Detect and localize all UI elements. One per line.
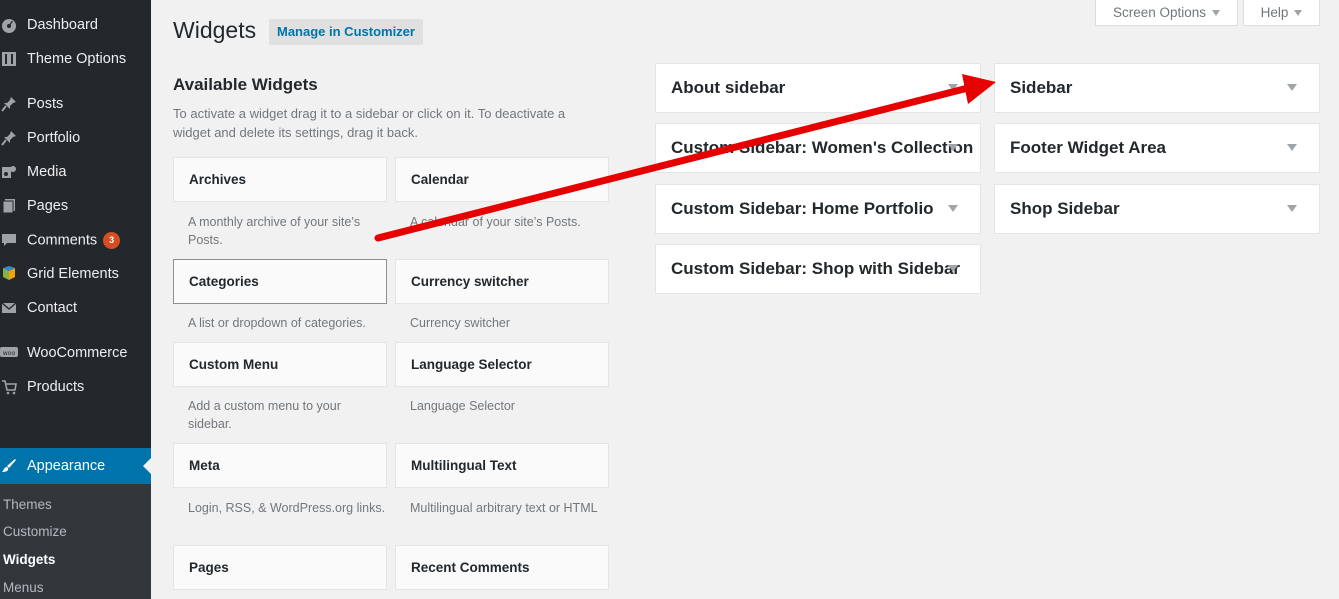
- available-widgets-description: To activate a widget drag it to a sideba…: [173, 106, 566, 140]
- menu-label: Pages: [27, 198, 69, 214]
- widget-description: Multilingual arbitrary text or HTML: [410, 501, 598, 515]
- pin-icon: [0, 129, 18, 147]
- paintbrush-icon: [0, 457, 18, 475]
- comment-count-badge: 3: [103, 231, 121, 249]
- widget-description: A calendar of your site’s Posts.: [410, 215, 581, 229]
- widget-multilingual-text[interactable]: Multilingual Text: [395, 443, 609, 488]
- chevron-down-icon[interactable]: [1287, 205, 1297, 212]
- theme-options-icon: [0, 50, 18, 68]
- mail-icon: [0, 299, 18, 317]
- woocommerce-icon: woo: [0, 344, 18, 362]
- chevron-down-icon[interactable]: [948, 84, 958, 91]
- chevron-down-icon: [1212, 9, 1221, 16]
- submenu-item-menus[interactable]: Menus: [3, 580, 44, 595]
- chevron-down-icon: [1294, 9, 1303, 16]
- widget-description: Language Selector: [410, 399, 515, 413]
- widget-custom-menu[interactable]: Custom Menu: [173, 342, 387, 387]
- chevron-down-icon[interactable]: [1287, 144, 1297, 151]
- menu-label: Products: [27, 379, 85, 395]
- media-icon: [0, 163, 18, 181]
- widget-currency-switcher[interactable]: Currency switcher: [395, 259, 609, 304]
- chevron-down-icon[interactable]: [1287, 84, 1297, 91]
- menu-item-media[interactable]: Media: [0, 155, 151, 189]
- widget-description: A monthly archive of your site’s Posts.: [188, 215, 361, 247]
- submenu-item-customize[interactable]: Customize: [3, 524, 67, 539]
- submenu-item-themes[interactable]: Themes: [3, 497, 52, 512]
- manage-in-customizer-button[interactable]: Manage in Customizer: [269, 19, 423, 45]
- menu-item-grid-elements[interactable]: Grid Elements: [0, 257, 151, 291]
- sidebar-area-footer-widget-area[interactable]: Footer Widget Area: [994, 123, 1320, 173]
- chevron-down-icon[interactable]: [948, 205, 958, 212]
- menu-item-portfolio[interactable]: Portfolio: [0, 121, 151, 155]
- page-title: Widgets: [173, 17, 257, 43]
- sidebar-area-home-portfolio[interactable]: Custom Sidebar: Home Portfolio: [655, 184, 981, 234]
- pin-icon: [0, 95, 18, 113]
- menu-item-appearance[interactable]: Appearance: [0, 448, 151, 484]
- screen-options-label: Screen Options: [1112, 5, 1207, 20]
- widget-calendar[interactable]: Calendar: [395, 157, 609, 202]
- sidebar-area-title: Shop Sidebar: [1010, 199, 1120, 218]
- menu-label: Portfolio: [27, 130, 81, 146]
- sidebar-area-title: Custom Sidebar: Women's Collection: [671, 138, 974, 157]
- sidebar-area-title: Footer Widget Area: [1010, 138, 1167, 157]
- screen-options-tab[interactable]: Screen Options: [1095, 0, 1238, 26]
- menu-label: Theme Options: [27, 51, 127, 67]
- comment-icon: [0, 231, 18, 249]
- widget-meta[interactable]: Meta: [173, 443, 387, 488]
- svg-text:woo: woo: [3, 350, 16, 357]
- widget-description: Add a custom menu to your sidebar.: [188, 399, 341, 431]
- help-tab[interactable]: Help: [1243, 0, 1320, 26]
- widget-description: Login, RSS, & WordPress.org links.: [188, 501, 386, 515]
- admin-menu: Dashboard Theme Options Posts Portfolio …: [0, 0, 151, 599]
- menu-item-comments[interactable]: Comments 3: [0, 223, 151, 257]
- widget-pages[interactable]: Pages: [173, 545, 387, 590]
- submenu-item-widgets[interactable]: Widgets: [3, 552, 55, 567]
- sidebar-area-womens-collection[interactable]: Custom Sidebar: Women's Collection: [655, 123, 981, 173]
- available-widgets-title: Available Widgets: [173, 75, 318, 94]
- menu-label: Appearance: [27, 458, 106, 474]
- menu-label: WooCommerce: [27, 345, 128, 361]
- menu-label: Comments: [27, 231, 98, 248]
- sidebar-area-title: Custom Sidebar: Shop with Sidebar: [671, 259, 961, 278]
- menu-item-pages[interactable]: Pages: [0, 189, 151, 223]
- widget-categories[interactable]: Categories: [173, 259, 387, 304]
- menu-item-theme-options[interactable]: Theme Options: [0, 42, 151, 76]
- widget-description: A list or dropdown of categories.: [188, 316, 366, 330]
- pages-icon: [0, 197, 18, 215]
- menu-label: Dashboard: [27, 17, 98, 33]
- cart-icon: [0, 378, 18, 396]
- menu-item-dashboard[interactable]: Dashboard: [0, 8, 151, 42]
- widget-description: Currency switcher: [410, 316, 511, 330]
- sidebar-area-title: About sidebar: [671, 78, 786, 97]
- grid-elements-icon: [0, 265, 18, 283]
- menu-item-products[interactable]: Products: [0, 370, 151, 404]
- help-label: Help: [1260, 5, 1289, 20]
- menu-label: Posts: [27, 96, 64, 112]
- dashboard-icon: [0, 16, 18, 34]
- sidebar-area-sidebar[interactable]: Sidebar: [994, 63, 1320, 113]
- sidebar-area-about-sidebar[interactable]: About sidebar: [655, 63, 981, 113]
- menu-label: Contact: [27, 300, 77, 316]
- sidebar-area-shop-with-sidebar[interactable]: Custom Sidebar: Shop with Sidebar: [655, 244, 981, 294]
- chevron-down-icon[interactable]: [948, 144, 958, 151]
- widget-recent-comments[interactable]: Recent Comments: [395, 545, 609, 590]
- sidebar-area-title: Sidebar: [1010, 78, 1073, 97]
- menu-item-woocommerce[interactable]: woo WooCommerce: [0, 336, 151, 370]
- menu-item-contact[interactable]: Contact: [0, 291, 151, 325]
- menu-label: Media: [27, 164, 67, 180]
- widget-archives[interactable]: Archives: [173, 157, 387, 202]
- sidebar-area-shop-sidebar[interactable]: Shop Sidebar: [994, 184, 1320, 234]
- menu-label: Grid Elements: [27, 266, 119, 282]
- sidebar-area-title: Custom Sidebar: Home Portfolio: [671, 199, 934, 218]
- widget-language-selector[interactable]: Language Selector: [395, 342, 609, 387]
- chevron-down-icon[interactable]: [948, 265, 958, 272]
- menu-item-posts[interactable]: Posts: [0, 87, 151, 121]
- menu-label-group: Comments 3: [27, 231, 121, 249]
